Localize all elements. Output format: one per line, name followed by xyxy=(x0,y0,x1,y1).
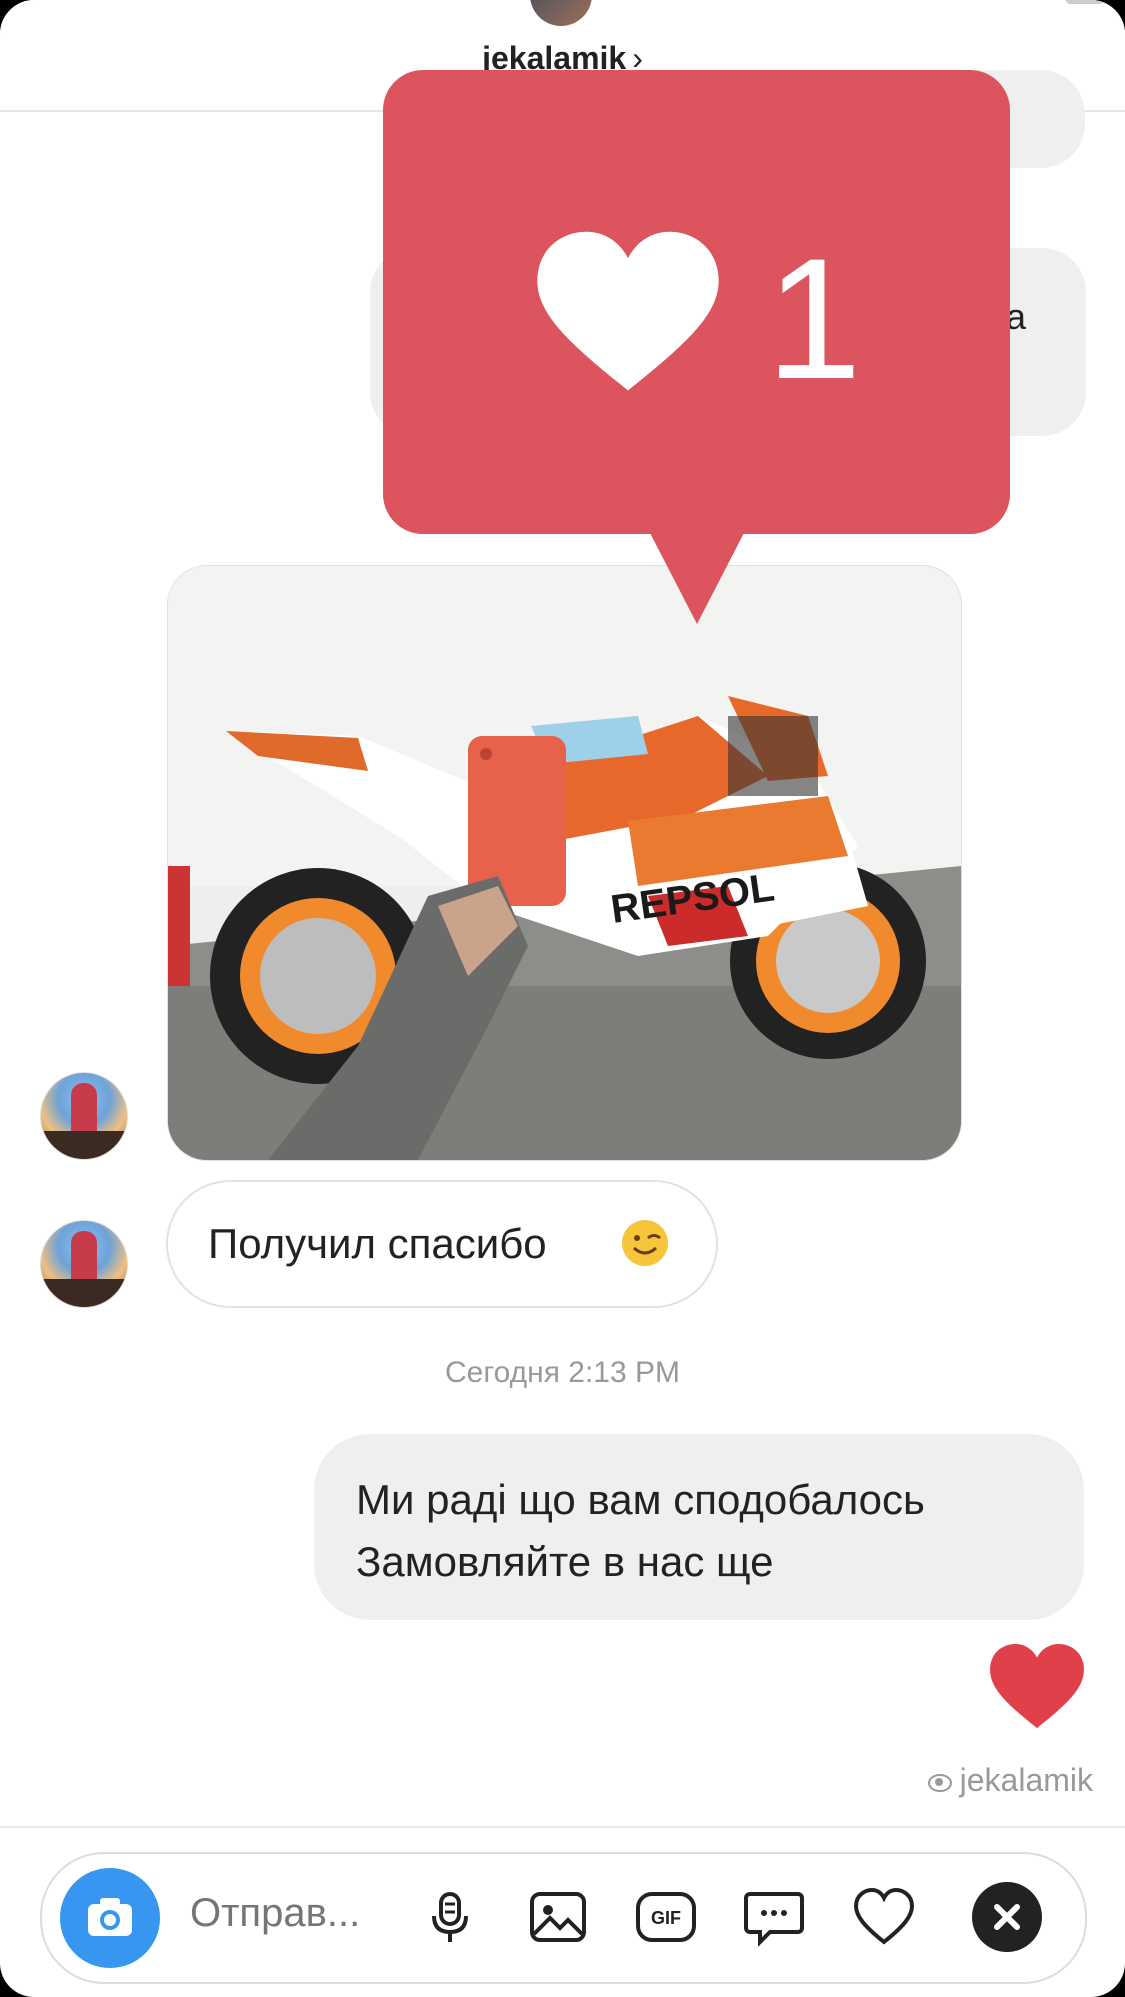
received-photo[interactable]: REPSOL xyxy=(167,565,962,1161)
message-timestamp: Сегодня 2:13 PM xyxy=(444,1356,681,1389)
message-line-2: Замовляйте в нас ще xyxy=(356,1538,774,1585)
message-text: Получил спасибо xyxy=(208,1220,547,1267)
svg-text:GIF: GIF xyxy=(651,1908,681,1928)
gallery-button[interactable] xyxy=(522,1882,594,1954)
heart-icon xyxy=(537,231,719,391)
image-icon xyxy=(530,1892,586,1942)
like-count: 1 xyxy=(766,223,862,415)
message-line-1: Ми раді що вам сподобалось xyxy=(356,1476,925,1523)
eye-icon xyxy=(927,1773,952,1792)
motorcycle-photo: REPSOL xyxy=(168,566,961,1160)
heart-outline-icon xyxy=(853,1887,915,1945)
close-button[interactable] xyxy=(972,1882,1042,1952)
sender-avatar[interactable] xyxy=(40,1220,128,1308)
sender-avatar[interactable] xyxy=(40,1072,128,1160)
microphone-icon xyxy=(432,1892,468,1942)
chat-bubble-icon xyxy=(744,1892,804,1947)
seen-indicator: jekalamik xyxy=(927,1762,1093,1799)
camera-button[interactable] xyxy=(60,1868,160,1968)
chat-screen: jekalamik› а С xyxy=(0,0,1125,1997)
like-notification: 1 xyxy=(383,70,1010,534)
seen-username: jekalamik xyxy=(959,1762,1093,1798)
header-avatar[interactable] xyxy=(530,0,592,26)
header-action-icon[interactable] xyxy=(1065,0,1105,4)
received-message[interactable]: Получил спасибо xyxy=(166,1180,718,1308)
winking-face-icon xyxy=(622,1220,668,1266)
sent-message[interactable]: Ми раді що вам сподобалось Замовляйте в … xyxy=(314,1434,1084,1620)
message-composer: GIF xyxy=(40,1852,1087,1984)
like-button[interactable] xyxy=(848,1882,920,1954)
microphone-button[interactable] xyxy=(414,1882,486,1954)
close-icon xyxy=(994,1904,1020,1930)
heart-icon[interactable] xyxy=(988,1642,1086,1732)
gif-icon: GIF xyxy=(636,1892,696,1942)
device-frame: jekalamik› а С xyxy=(0,0,1125,1997)
gif-button[interactable]: GIF xyxy=(630,1882,702,1954)
quick-replies-button[interactable] xyxy=(738,1882,810,1954)
divider xyxy=(0,1826,1125,1828)
message-input[interactable] xyxy=(188,1890,422,1937)
camera-icon xyxy=(88,1898,132,1936)
